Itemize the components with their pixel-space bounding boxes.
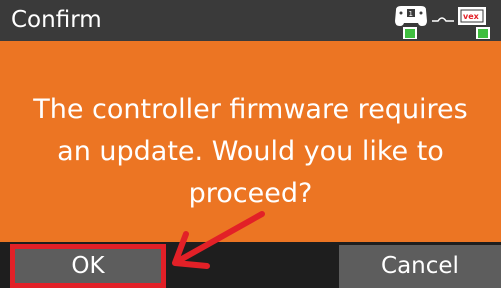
svg-text:1: 1 [409,10,413,18]
dialog-body: The controller firmware requires an upda… [0,41,501,242]
dialog-title: Confirm [11,7,102,33]
controller-battery-icon [403,27,417,39]
link-icon [432,17,454,22]
svg-text:vex: vex [463,12,480,21]
ok-button[interactable]: OK [10,244,166,288]
status-icons: 1 vex [392,3,497,41]
brain-battery-icon [476,27,490,39]
vex-brain-icon: vex [458,7,486,25]
vex-dialog-screen: Confirm 1 vex The controller firmware re… [0,0,501,288]
dialog-message: The controller firmware requires an upda… [33,94,468,209]
controller-icon: 1 [395,6,427,26]
cancel-button[interactable]: Cancel [339,245,501,288]
title-bar: Confirm 1 vex [0,0,501,41]
